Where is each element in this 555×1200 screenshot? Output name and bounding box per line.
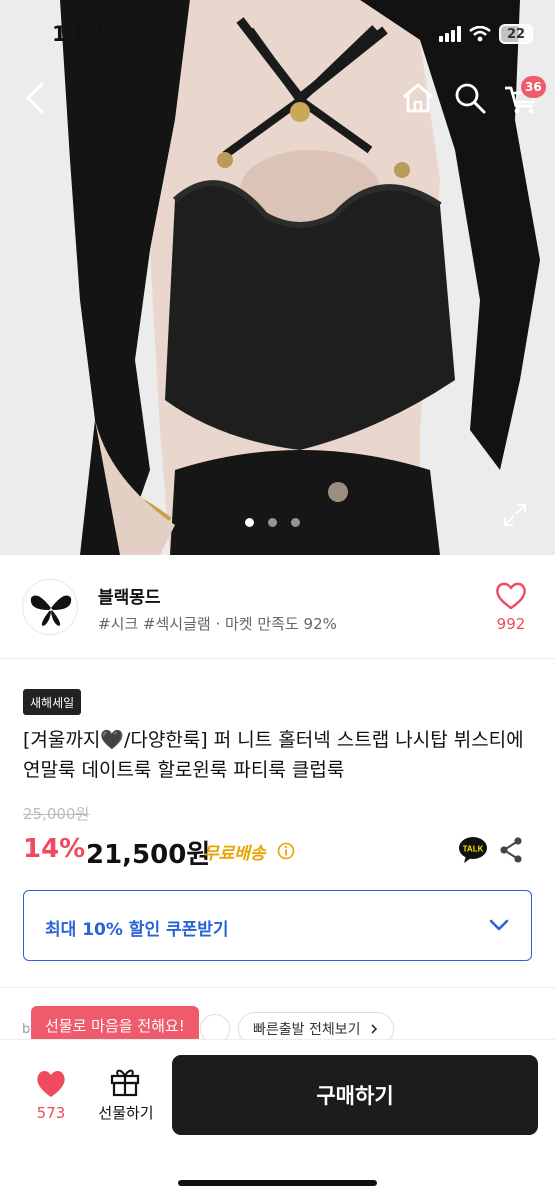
- gallery-dot[interactable]: [268, 518, 277, 527]
- butterfly-logo-icon: [30, 595, 72, 626]
- wifi-icon: [469, 26, 491, 42]
- info-icon[interactable]: [277, 842, 295, 860]
- chevron-right-icon: [370, 1024, 377, 1034]
- expand-icon[interactable]: [502, 502, 528, 528]
- discount-rate: 14%: [23, 834, 86, 864]
- heart-outline-icon[interactable]: [494, 581, 528, 611]
- chevron-left-icon[interactable]: [18, 78, 54, 118]
- gift-tooltip: 선물로 마음을 전해요!: [31, 1006, 199, 1044]
- express-view-all-label: 빠른출발 전체보기: [253, 1022, 361, 1038]
- signal-icon: [439, 26, 461, 42]
- chevron-down-icon: [489, 919, 509, 931]
- kakaotalk-icon[interactable]: TALK: [458, 836, 488, 864]
- shop-tags: #시크 #섹시글램 · 마켓 만족도 92%: [98, 615, 337, 633]
- shop-like-count: 992: [496, 615, 526, 633]
- free-shipping-label: 무료배송: [203, 844, 266, 864]
- battery-indicator: 22: [499, 24, 533, 44]
- shop-name[interactable]: 블랙몽드: [98, 583, 161, 608]
- product-title: [겨울까지🖤/다양한룩] 퍼 니트 홀터넥 스트랩 나시탑 뷔스티에 연말룩 데…: [23, 729, 524, 781]
- chip-partial-text: b: [22, 1022, 31, 1037]
- status-bar: 1:02 22: [0, 0, 555, 70]
- talk-label: TALK: [463, 845, 484, 854]
- shop-row[interactable]: 블랙몽드 #시크 #섹시글램 · 마켓 만족도 92% 992: [0, 555, 555, 659]
- home-icon[interactable]: [400, 80, 436, 116]
- gift-icon[interactable]: [109, 1066, 141, 1098]
- home-indicator: [178, 1180, 377, 1186]
- sale-price: 21,500원: [86, 840, 211, 870]
- coupon-label: 최대 10% 할인 쿠폰받기: [45, 920, 229, 940]
- status-icons: 22: [439, 24, 533, 44]
- status-time: 1:02: [52, 22, 105, 46]
- search-icon[interactable]: [452, 80, 488, 116]
- bottom-action-bar: 573 선물하기 구매하기: [0, 1040, 555, 1200]
- bottom-like-count: 573: [36, 1104, 66, 1122]
- share-icon[interactable]: [498, 836, 524, 864]
- original-price: 25,000원: [23, 805, 90, 823]
- coupon-button[interactable]: 최대 10% 할인 쿠폰받기: [23, 890, 532, 961]
- gallery-dot[interactable]: [245, 518, 254, 527]
- gift-label[interactable]: 선물하기: [92, 1102, 160, 1123]
- sale-badge: 새해세일: [23, 689, 82, 715]
- shop-logo[interactable]: [22, 579, 78, 635]
- product-image[interactable]: 1:02 22 36: [0, 0, 555, 555]
- gallery-dot[interactable]: [291, 518, 300, 527]
- buy-button[interactable]: 구매하기: [172, 1055, 538, 1135]
- cart-count-badge: 36: [521, 76, 546, 98]
- section-divider: [0, 987, 555, 988]
- heart-filled-icon[interactable]: [34, 1068, 68, 1100]
- gallery-pagination: [245, 518, 300, 527]
